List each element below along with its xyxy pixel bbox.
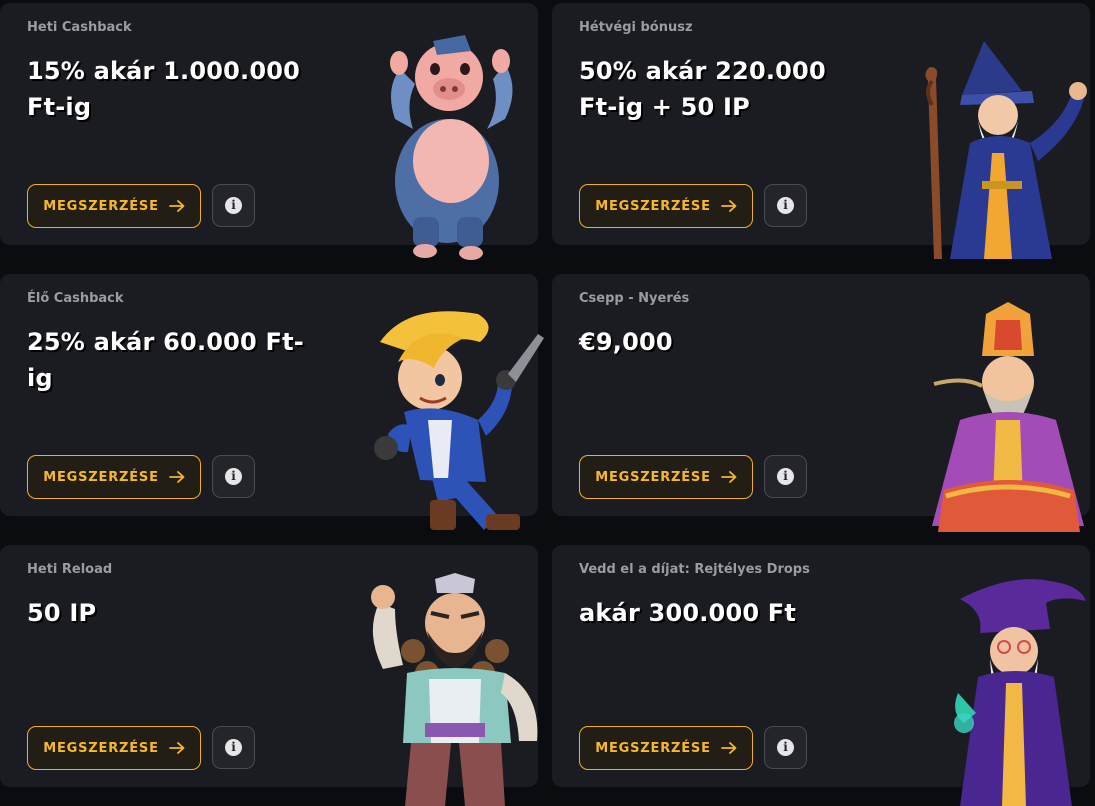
purple-wizard-character-illustration — [954, 579, 1086, 806]
claim-button[interactable]: MEGSZERZÉSE — [579, 455, 753, 499]
arrow-right-icon — [720, 471, 737, 483]
info-icon: i — [225, 468, 242, 485]
promotions-grid: Heti Cashback 15% akár 1.000.000 Ft-ig M… — [0, 0, 1095, 806]
promo-title: 15% akár 1.000.000 Ft-ig — [27, 57, 301, 121]
promo-title: akár 300.000 Ft — [579, 599, 797, 627]
promo-subtitle: Heti Reload — [27, 562, 113, 577]
promo-card-drop-win: Csepp - Nyerés €9,000 MEGSZERZÉSE i — [552, 274, 1090, 532]
info-icon: i — [777, 197, 794, 214]
promo-title: €9,000 — [579, 328, 673, 356]
claim-button-label: MEGSZERZÉSE — [43, 469, 159, 485]
promo-subtitle: Hétvégi bónusz — [579, 20, 693, 35]
promo-card-mystery-drops: Vedd el a díjat: Rejtélyes Drops akár 30… — [552, 545, 1090, 806]
warrior-character-illustration — [371, 573, 538, 806]
info-icon: i — [225, 197, 242, 214]
info-button[interactable]: i — [764, 184, 807, 227]
promo-card-weekly-cashback: Heti Cashback 15% akár 1.000.000 Ft-ig M… — [0, 3, 538, 260]
info-button[interactable]: i — [212, 455, 255, 498]
wizard-character-illustration — [925, 41, 1087, 259]
info-button[interactable]: i — [212, 184, 255, 227]
claim-button[interactable]: MEGSZERZÉSE — [579, 726, 753, 770]
promo-card-live-cashback: Élő Cashback 25% akár 60.000 Ft-ig MEGSZ… — [0, 274, 544, 530]
claim-button-label: MEGSZERZÉSE — [595, 740, 711, 756]
promo-card-weekend-bonus: Hétvégi bónusz 50% akár 220.000 Ft-ig + … — [552, 3, 1090, 259]
promo-subtitle: Vedd el a díjat: Rejtélyes Drops — [579, 562, 810, 577]
pig-character-illustration — [390, 35, 513, 260]
info-button[interactable]: i — [764, 726, 807, 769]
claim-button[interactable]: MEGSZERZÉSE — [27, 726, 201, 770]
info-icon: i — [225, 739, 242, 756]
claim-button[interactable]: MEGSZERZÉSE — [27, 184, 201, 228]
arrow-right-icon — [720, 742, 737, 754]
info-button[interactable]: i — [764, 455, 807, 498]
arrow-right-icon — [168, 742, 185, 754]
arrow-right-icon — [168, 471, 185, 483]
promo-subtitle: Élő Cashback — [27, 291, 124, 306]
promo-title: 25% akár 60.000 Ft-ig — [27, 328, 304, 392]
arrow-right-icon — [720, 200, 737, 212]
claim-button-label: MEGSZERZÉSE — [595, 469, 711, 485]
claim-button-label: MEGSZERZÉSE — [43, 740, 159, 756]
claim-button-label: MEGSZERZÉSE — [43, 198, 159, 214]
promo-card-weekly-reload: Heti Reload 50 IP MEGSZERZÉSE i — [0, 545, 538, 806]
hero-boy-character-illustration — [374, 311, 544, 530]
claim-button-label: MEGSZERZÉSE — [595, 198, 711, 214]
monk-character-illustration — [932, 302, 1084, 532]
arrow-right-icon — [168, 200, 185, 212]
promo-title: 50 IP — [27, 599, 97, 627]
info-button[interactable]: i — [212, 726, 255, 769]
claim-button[interactable]: MEGSZERZÉSE — [27, 455, 201, 499]
promo-title: 50% akár 220.000 Ft-ig + 50 IP — [579, 57, 826, 121]
claim-button[interactable]: MEGSZERZÉSE — [579, 184, 753, 228]
promo-subtitle: Csepp - Nyerés — [579, 291, 690, 306]
info-icon: i — [777, 739, 794, 756]
promo-subtitle: Heti Cashback — [27, 20, 132, 35]
info-icon: i — [777, 468, 794, 485]
